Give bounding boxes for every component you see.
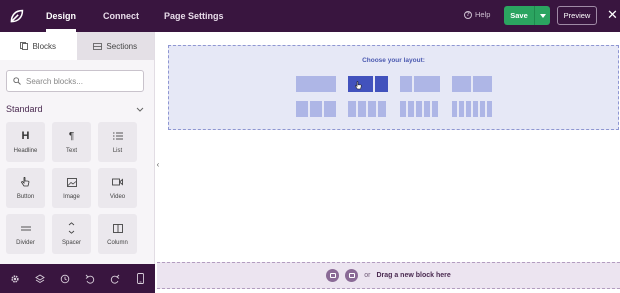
video-icon	[112, 176, 123, 188]
chevron-down-icon	[136, 107, 144, 112]
layout-option-5-columns[interactable]	[400, 101, 438, 117]
tab-sections-label: Sections	[106, 41, 138, 51]
nav-design[interactable]: Design	[46, 0, 77, 32]
layout-option-2-columns-wide-right[interactable]	[400, 76, 440, 92]
block-label: Spacer	[61, 240, 81, 246]
block-headline[interactable]: H Headline	[6, 122, 45, 162]
tab-blocks[interactable]: Blocks	[0, 32, 77, 60]
block-label: Text	[65, 148, 77, 154]
template-icon	[348, 273, 355, 278]
block-label: Column	[107, 240, 128, 246]
save-options-button[interactable]	[535, 13, 550, 18]
save-button[interactable]: Save	[504, 6, 550, 25]
section-icon	[329, 273, 336, 278]
block-image[interactable]: Image	[52, 168, 91, 208]
drop-zone-or: or	[364, 272, 371, 279]
save-label: Save	[510, 11, 528, 20]
top-bar: Design Connect Page Settings ? Help Save…	[0, 0, 620, 32]
block-column[interactable]: Column	[98, 214, 137, 254]
history-icon[interactable]	[58, 272, 72, 286]
bottom-toolbar	[0, 264, 155, 293]
tab-blocks-label: Blocks	[32, 41, 57, 51]
layout-option-1-column[interactable]	[296, 76, 336, 92]
block-label: Button	[16, 194, 35, 200]
add-section-button[interactable]	[326, 269, 340, 282]
help-label: Help	[475, 10, 491, 19]
block-divider[interactable]: Divider	[6, 214, 45, 254]
layout-option-6-columns[interactable]	[452, 101, 492, 117]
search-icon	[13, 77, 21, 85]
layout-option-3-columns[interactable]	[296, 101, 336, 117]
sections-icon	[93, 42, 103, 50]
mouse-cursor-icon	[355, 81, 362, 92]
nav-page-settings[interactable]: Page Settings	[164, 0, 224, 32]
help-icon: ?	[464, 10, 472, 19]
layout-option-2-columns-equal[interactable]	[452, 76, 492, 92]
pointer-icon	[21, 176, 30, 188]
drop-zone-text: Drag a new block here	[376, 272, 451, 279]
block-spacer[interactable]: Spacer	[52, 214, 91, 254]
spacer-icon	[68, 222, 75, 234]
standard-section-header[interactable]: Standard	[6, 104, 144, 114]
image-icon	[66, 176, 77, 188]
paragraph-icon: ¶	[68, 130, 75, 142]
layout-option-2-columns[interactable]	[348, 76, 388, 92]
blocks-icon	[20, 42, 29, 50]
column-icon	[112, 222, 123, 234]
sidebar-tabs: Blocks Sections	[0, 32, 154, 60]
layout-title: Choose your layout:	[362, 57, 425, 64]
layers-icon[interactable]	[33, 272, 47, 286]
section-title: Standard	[6, 104, 43, 114]
redo-icon[interactable]	[108, 272, 122, 286]
sidebar: Blocks Sections Search blocks... Standar…	[0, 32, 155, 264]
settings-icon[interactable]	[8, 272, 22, 286]
seedprod-logo-icon[interactable]	[0, 0, 32, 32]
blocks-grid: H Headline ¶ Text List Button Image Vide…	[6, 122, 137, 254]
block-text[interactable]: ¶ Text	[52, 122, 91, 162]
nav-connect[interactable]: Connect	[103, 0, 139, 32]
block-label: Video	[109, 194, 126, 200]
list-icon	[112, 130, 123, 142]
block-list[interactable]: List	[98, 122, 137, 162]
undo-icon[interactable]	[83, 272, 97, 286]
block-video[interactable]: Video	[98, 168, 137, 208]
layout-option-4-columns[interactable]	[348, 101, 386, 117]
headline-icon: H	[21, 130, 30, 142]
divider-icon	[20, 222, 31, 234]
help-link[interactable]: ? Help	[464, 10, 490, 19]
mobile-preview-icon[interactable]	[133, 272, 147, 286]
drop-zone[interactable]: or Drag a new block here	[157, 262, 620, 289]
block-label: List	[112, 148, 123, 154]
search-blocks-input[interactable]: Search blocks...	[6, 70, 144, 92]
block-button[interactable]: Button	[6, 168, 45, 208]
close-icon[interactable]: ✕	[607, 8, 619, 22]
block-label: Divider	[16, 240, 35, 246]
collapse-sidebar-handle[interactable]: ‹	[155, 160, 161, 170]
layout-chooser: Choose your layout:	[168, 45, 619, 130]
preview-button[interactable]: Preview	[557, 6, 597, 25]
add-template-button[interactable]	[345, 269, 359, 282]
chevron-down-icon	[539, 13, 546, 18]
search-placeholder: Search blocks...	[26, 76, 83, 86]
tab-sections[interactable]: Sections	[76, 32, 154, 60]
block-label: Image	[63, 194, 80, 200]
block-label: Headline	[13, 148, 38, 154]
